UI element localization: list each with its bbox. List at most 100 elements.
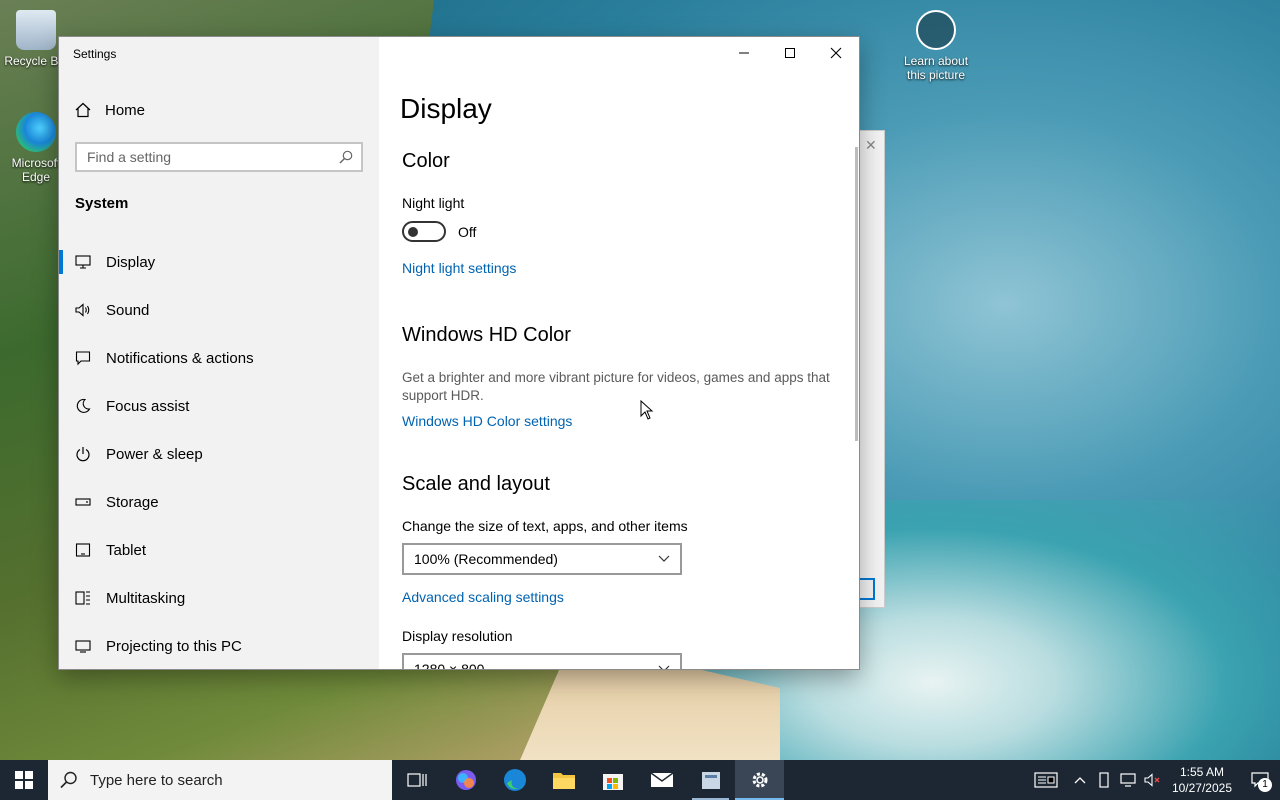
maximize-button[interactable] bbox=[767, 37, 813, 69]
close-icon bbox=[830, 47, 842, 59]
chevron-up-icon bbox=[1074, 777, 1086, 784]
resolution-dropdown-value: 1280 × 800 bbox=[414, 661, 485, 669]
mouse-cursor-icon bbox=[640, 400, 654, 420]
sidebar-item-sound[interactable]: Sound bbox=[59, 286, 379, 334]
maximize-icon bbox=[785, 48, 795, 58]
mail-icon bbox=[650, 772, 673, 787]
scrollbar[interactable] bbox=[855, 147, 858, 441]
sidebar-item-display[interactable]: Display bbox=[59, 238, 379, 286]
sidebar-item-projecting[interactable]: Projecting to this PC bbox=[59, 622, 379, 669]
section-heading-hd-color: Windows HD Color bbox=[402, 324, 571, 346]
action-center-button[interactable]: 1 bbox=[1240, 760, 1280, 800]
sidebar-item-label: Notifications & actions bbox=[106, 349, 254, 367]
advanced-scaling-link[interactable]: Advanced scaling settings bbox=[402, 589, 564, 605]
sidebar-home-label: Home bbox=[105, 101, 146, 119]
minimize-button[interactable] bbox=[721, 37, 767, 69]
power-icon bbox=[76, 447, 90, 462]
app-icon bbox=[701, 772, 720, 789]
taskbar-search[interactable]: Type here to search bbox=[48, 760, 392, 800]
notification-badge: 1 bbox=[1258, 778, 1272, 792]
tray-volume-button[interactable] bbox=[1140, 760, 1164, 800]
file-explorer-icon bbox=[552, 773, 575, 789]
sidebar-item-power-sleep[interactable]: Power & sleep bbox=[59, 430, 379, 478]
close-button[interactable] bbox=[813, 37, 859, 69]
search-icon[interactable] bbox=[339, 150, 353, 164]
clock[interactable]: 1:55 AM 10/27/2025 bbox=[1172, 764, 1232, 796]
scale-size-label: Change the size of text, apps, and other… bbox=[402, 518, 688, 534]
news-button[interactable] bbox=[1024, 760, 1068, 800]
window-title: Settings bbox=[73, 47, 117, 61]
sidebar-item-label: Sound bbox=[106, 301, 150, 319]
search-input[interactable] bbox=[87, 149, 339, 165]
night-light-settings-link[interactable]: Night light settings bbox=[402, 260, 516, 276]
taskbar: Type here to search 1:55 AM 10/27/2025 1 bbox=[0, 760, 1280, 800]
night-light-label: Night light bbox=[402, 195, 465, 211]
minimize-icon bbox=[739, 52, 749, 54]
desktop-icon-learn-about-picture[interactable]: Learn about this picture bbox=[900, 10, 972, 82]
taskbar-app-copilot[interactable] bbox=[441, 760, 490, 800]
start-button[interactable] bbox=[0, 760, 48, 800]
recycle-bin-icon bbox=[16, 10, 56, 50]
night-light-state: Off bbox=[458, 224, 477, 240]
desktop-icon-label: Learn about this picture bbox=[903, 54, 969, 82]
sidebar-item-label: Projecting to this PC bbox=[106, 637, 242, 655]
sidebar-item-label: Tablet bbox=[106, 541, 147, 559]
clock-time: 1:55 AM bbox=[1179, 765, 1224, 779]
close-icon[interactable]: ✕ bbox=[865, 137, 877, 154]
volume-muted-icon bbox=[1144, 773, 1160, 787]
show-hidden-icons-button[interactable] bbox=[1068, 760, 1092, 800]
taskbar-search-placeholder: Type here to search bbox=[90, 771, 223, 789]
scale-dropdown[interactable]: 100% (Recommended) bbox=[402, 543, 682, 575]
tray-usb-button[interactable] bbox=[1092, 760, 1116, 800]
hd-color-description: Get a brighter and more vibrant picture … bbox=[402, 370, 830, 403]
sidebar-item-label: Display bbox=[106, 253, 156, 271]
tray-network-button[interactable] bbox=[1116, 760, 1140, 800]
content-pane: Display Color Night light Off Night ligh… bbox=[379, 37, 859, 669]
taskbar-app-edge[interactable] bbox=[490, 760, 539, 800]
hd-color-settings-link[interactable]: Windows HD Color settings bbox=[402, 413, 572, 429]
store-icon bbox=[602, 774, 623, 790]
taskbar-app-running[interactable] bbox=[686, 760, 735, 800]
taskbar-app-mail[interactable] bbox=[637, 760, 686, 800]
resolution-dropdown[interactable]: 1280 × 800 bbox=[402, 653, 682, 669]
sidebar-item-label: Multitasking bbox=[106, 589, 186, 607]
projecting-icon bbox=[75, 640, 91, 653]
notifications-icon bbox=[75, 351, 91, 366]
sidebar-section-label: System bbox=[75, 195, 129, 212]
sidebar-nav: Display Sound Notifications & actions Fo… bbox=[59, 238, 379, 669]
section-heading-color: Color bbox=[402, 150, 450, 172]
section-heading-scale-layout: Scale and layout bbox=[402, 473, 550, 495]
moon-icon bbox=[76, 398, 91, 413]
search-box[interactable] bbox=[75, 142, 363, 172]
sidebar: Settings Home System Display Sound Notif… bbox=[59, 37, 379, 669]
task-view-button[interactable] bbox=[392, 760, 441, 800]
taskbar-app-settings[interactable] bbox=[735, 760, 784, 800]
settings-icon bbox=[752, 772, 767, 788]
network-icon bbox=[1120, 773, 1136, 787]
page-title: Display bbox=[400, 93, 492, 124]
task-view-icon bbox=[406, 773, 427, 787]
background-window-button[interactable] bbox=[859, 578, 875, 600]
speaker-icon bbox=[75, 303, 90, 317]
sidebar-item-tablet[interactable]: Tablet bbox=[59, 526, 379, 574]
night-light-toggle[interactable] bbox=[402, 221, 446, 242]
sidebar-item-label: Power & sleep bbox=[106, 445, 203, 463]
windows-logo-icon bbox=[15, 771, 33, 789]
sidebar-item-storage[interactable]: Storage bbox=[59, 478, 379, 526]
edge-icon bbox=[503, 769, 526, 791]
sidebar-home[interactable]: Home bbox=[75, 99, 145, 121]
home-icon bbox=[75, 102, 91, 118]
display-resolution-label: Display resolution bbox=[402, 628, 513, 644]
toggle-knob bbox=[408, 227, 418, 237]
sidebar-item-notifications[interactable]: Notifications & actions bbox=[59, 334, 379, 382]
monitor-icon bbox=[75, 255, 91, 269]
background-window[interactable]: ✕ bbox=[858, 130, 885, 608]
tablet-icon bbox=[75, 543, 91, 557]
taskbar-app-store[interactable] bbox=[588, 760, 637, 800]
sidebar-item-multitasking[interactable]: Multitasking bbox=[59, 574, 379, 622]
sidebar-item-focus-assist[interactable]: Focus assist bbox=[59, 382, 379, 430]
storage-icon bbox=[75, 498, 91, 506]
news-icon bbox=[1034, 772, 1058, 788]
usb-icon bbox=[1099, 772, 1109, 788]
taskbar-app-file-explorer[interactable] bbox=[539, 760, 588, 800]
